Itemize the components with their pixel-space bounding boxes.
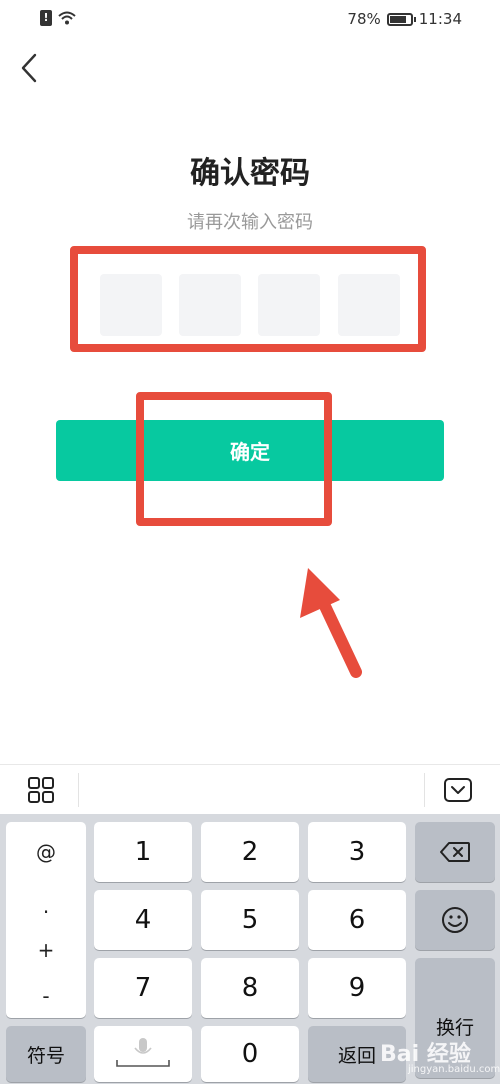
keyboard-toolbar <box>0 764 500 814</box>
backspace-icon <box>440 842 470 862</box>
key-3[interactable]: 3 <box>308 822 406 882</box>
key-1[interactable]: 1 <box>94 822 192 882</box>
page-subtitle: 请再次输入密码 <box>187 212 313 233</box>
watermark-site: jingyan.baidu.com <box>408 1064 500 1075</box>
key-5[interactable]: 5 <box>201 890 299 950</box>
battery-percent: 78% <box>347 10 381 28</box>
backspace-key[interactable] <box>415 822 495 882</box>
key-2[interactable]: 2 <box>201 822 299 882</box>
toolbar-divider <box>78 773 79 807</box>
apps-grid-icon[interactable] <box>28 777 54 803</box>
page-title: 确认密码 <box>190 156 310 191</box>
highlight-frame-button <box>136 392 332 526</box>
key-0[interactable]: 0 <box>201 1026 299 1082</box>
symbol-key-plus[interactable]: + <box>6 938 86 962</box>
toolbar-divider-right <box>424 773 425 807</box>
key-7[interactable]: 7 <box>94 958 192 1018</box>
key-9[interactable]: 9 <box>308 958 406 1018</box>
smiley-icon <box>442 907 468 933</box>
key-6[interactable]: 6 <box>308 890 406 950</box>
status-bar: ! 78% 11:34 <box>0 0 500 40</box>
status-left-icons: ! <box>40 10 76 26</box>
chevron-left-icon <box>21 53 37 83</box>
symbol-toggle-key[interactable]: 符号 <box>6 1026 86 1082</box>
microphone-icon <box>116 1038 170 1067</box>
symbol-key-dot[interactable]: . <box>6 894 86 918</box>
status-right: 78% 11:34 <box>347 10 462 28</box>
voice-space-key[interactable] <box>94 1026 192 1082</box>
hide-keyboard-icon[interactable] <box>444 777 472 803</box>
key-8[interactable]: 8 <box>201 958 299 1018</box>
alert-icon: ! <box>40 10 52 26</box>
clock: 11:34 <box>418 10 462 28</box>
arrow-annotation-icon <box>300 568 362 678</box>
battery-icon <box>386 12 416 26</box>
symbol-key-minus[interactable]: - <box>6 984 86 1008</box>
back-button[interactable] <box>14 50 44 86</box>
symbol-key-at[interactable]: @ <box>6 840 86 864</box>
wifi-icon <box>58 11 76 25</box>
highlight-frame-pin <box>70 246 426 352</box>
key-4[interactable]: 4 <box>94 890 192 950</box>
emoji-key[interactable] <box>415 890 495 950</box>
symbol-panel[interactable]: @ . + - <box>6 822 86 1018</box>
